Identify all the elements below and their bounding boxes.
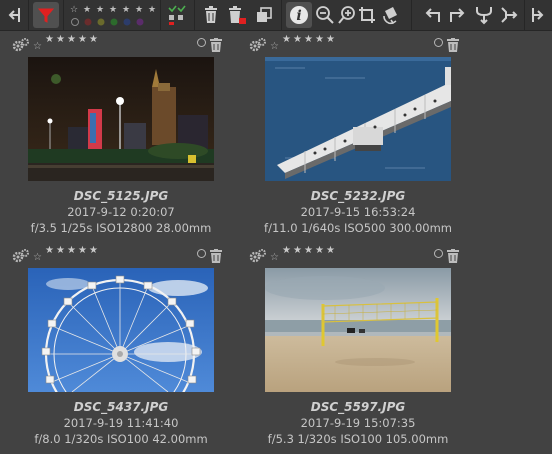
thumbnail-image[interactable] (265, 57, 451, 181)
star-rating[interactable]: ★ ★ ★ ★ ★ (44, 245, 99, 256)
delete-from-disk-icon[interactable] (224, 0, 250, 30)
collapse-right-icon[interactable] (527, 0, 549, 30)
star-icon[interactable]: ★ (44, 245, 55, 256)
thumbnail-exif: f/5.3 1/320s ISO100 105.00mm (267, 432, 449, 446)
reject-icon[interactable]: ☆ (33, 34, 42, 52)
star-icon[interactable]: ★ (55, 34, 66, 45)
star-rating[interactable]: ★ ★ ★ ★ ★ (44, 34, 99, 45)
svg-text:★: ★ (122, 5, 130, 15)
filter-icon[interactable] (33, 2, 59, 28)
star-rating[interactable]: ★ ★ ★ ★ ★ (281, 245, 336, 256)
color-label-icon[interactable] (434, 38, 443, 47)
auto-transform-icon[interactable] (379, 0, 403, 30)
move-right-icon[interactable] (498, 0, 522, 30)
thumbnail-datetime: 2017-9-19 11:41:40 (63, 416, 179, 430)
rotate-left-icon[interactable] (420, 0, 444, 30)
collapse-left-icon[interactable] (2, 0, 26, 30)
thumbnail-datetime: 2017-9-15 16:53:24 (300, 205, 416, 219)
reject-icon[interactable]: ☆ (270, 34, 279, 52)
star-icon[interactable]: ★ (281, 34, 292, 45)
thumbnail-controls: ☆ ★ ★ ★ ★ ★ (0, 34, 236, 52)
zoom-out-icon[interactable] (313, 0, 337, 30)
star-icon[interactable]: ★ (88, 245, 99, 256)
gear-icon[interactable] (249, 37, 267, 56)
thumbnail-image[interactable] (28, 268, 214, 392)
svg-text:★: ★ (83, 5, 91, 15)
thumbnail-exif: f/11.0 1/640s ISO500 300.00mm (264, 221, 452, 235)
delete-icon[interactable] (199, 0, 223, 30)
svg-text:★: ★ (109, 5, 117, 15)
thumbnail-image[interactable] (28, 57, 214, 181)
star-icon[interactable]: ★ (325, 34, 336, 45)
duplicate-icon[interactable] (252, 0, 276, 30)
star-icon[interactable]: ★ (303, 34, 314, 45)
star-icon[interactable]: ★ (314, 245, 325, 256)
star-icon[interactable]: ★ (66, 34, 77, 45)
star-icon[interactable]: ★ (292, 245, 303, 256)
thumbnail-datetime: 2017-9-19 15:07:35 (300, 416, 416, 430)
thumbnail-controls: ☆ ★ ★ ★ ★ ★ (237, 245, 473, 263)
color-label-icon[interactable] (197, 249, 206, 258)
info-icon[interactable]: i (286, 2, 312, 28)
star-icon[interactable]: ★ (281, 245, 292, 256)
svg-text:★: ★ (96, 5, 104, 15)
thumbnail-filename: DSC_5232.JPG (310, 189, 406, 203)
thumbnail-datetime: 2017-9-12 0:20:07 (67, 205, 175, 219)
trash-icon[interactable] (447, 248, 459, 267)
thumbnail-cell[interactable]: ☆ ★ ★ ★ ★ ★ (0, 31, 236, 242)
gear-icon[interactable] (12, 248, 30, 267)
star-icon[interactable]: ★ (88, 34, 99, 45)
toolbar: ☆ ★ ★ ★ ★ ★ ★ i (0, 0, 552, 31)
crop-icon[interactable] (355, 0, 379, 30)
trash-icon[interactable] (210, 37, 222, 56)
thumbnail-filename: DSC_5597.JPG (310, 400, 406, 414)
lighttable-grid: ☆ ★ ★ ★ ★ ★ DSC_5125.JPG 2017-9-12 0:20:… (0, 31, 552, 454)
reject-icon[interactable]: ☆ (33, 245, 42, 263)
star-icon[interactable]: ★ (44, 34, 55, 45)
svg-text:★: ★ (135, 5, 143, 15)
star-icon[interactable]: ★ (314, 34, 325, 45)
thumbnail-cell[interactable]: ☆ ★ ★ ★ ★ ★ (237, 31, 473, 242)
star-icon[interactable]: ★ (77, 34, 88, 45)
thumbnail-filename: DSC_5125.JPG (73, 189, 169, 203)
svg-text:☆: ☆ (70, 5, 78, 15)
thumbnail-image[interactable] (265, 268, 451, 392)
star-icon[interactable]: ★ (292, 34, 303, 45)
star-rating[interactable]: ★ ★ ★ ★ ★ (281, 34, 336, 45)
reject-icon[interactable]: ☆ (270, 245, 279, 263)
thumbnail-controls: ☆ ★ ★ ★ ★ ★ (0, 245, 236, 263)
thumbnail-filename: DSC_5437.JPG (73, 400, 169, 414)
thumbnail-exif: f/8.0 1/320s ISO100 42.00mm (34, 432, 208, 446)
trash-icon[interactable] (210, 248, 222, 267)
thumbnail-controls: ☆ ★ ★ ★ ★ ★ (237, 34, 473, 52)
thumbnail-cell[interactable]: ☆ ★ ★ ★ ★ ★ (0, 242, 236, 453)
trash-icon[interactable] (447, 37, 459, 56)
selection-status-icon[interactable] (162, 0, 190, 30)
thumbnail-cell[interactable]: ☆ ★ ★ ★ ★ ★ (237, 242, 473, 453)
svg-text:i: i (296, 8, 301, 24)
thumbnail-exif: f/3.5 1/25s ISO12800 28.00mm (30, 221, 212, 235)
star-icon[interactable]: ★ (77, 245, 88, 256)
rotate-right-icon[interactable] (446, 0, 470, 30)
merge-icon[interactable] (472, 0, 496, 30)
star-rating-filter-icon[interactable]: ☆ ★ ★ ★ ★ ★ ★ (68, 0, 156, 30)
gear-icon[interactable] (249, 248, 267, 267)
color-label-icon[interactable] (197, 38, 206, 47)
star-icon[interactable]: ★ (55, 245, 66, 256)
star-icon[interactable]: ★ (325, 245, 336, 256)
gear-icon[interactable] (12, 37, 30, 56)
star-icon[interactable]: ★ (66, 245, 77, 256)
color-label-icon[interactable] (434, 249, 443, 258)
star-icon[interactable]: ★ (303, 245, 314, 256)
svg-text:★: ★ (148, 5, 156, 15)
